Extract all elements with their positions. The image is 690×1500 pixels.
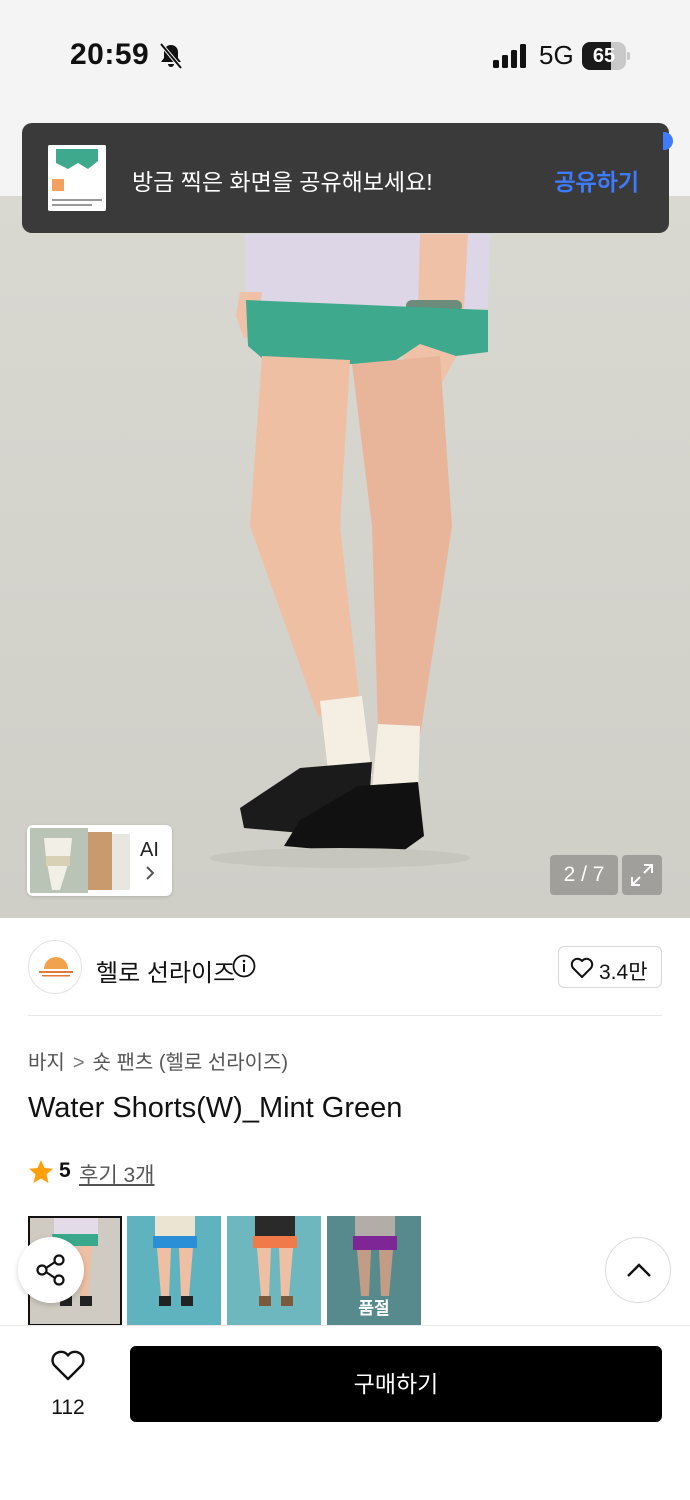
page-counter: 2 / 7	[550, 855, 618, 895]
review-link[interactable]: 후기 3개	[79, 1159, 154, 1189]
breadcrumb-subcategory[interactable]: 숏 팬츠 (헬로 선라이즈)	[93, 1052, 289, 1074]
color-swatch[interactable]	[127, 1216, 221, 1326]
brand-like-button[interactable]: 3.4만	[558, 946, 662, 988]
product-title: Water Shorts(W)_Mint Green	[28, 1092, 403, 1124]
soldout-label: 품절	[358, 1299, 390, 1318]
status-time: 20:59	[70, 38, 150, 71]
brand-like-count: 3.4만	[599, 961, 648, 984]
wishlist-count: 112	[51, 1396, 85, 1419]
ai-label: AI	[140, 839, 159, 861]
status-bar: 20:59 5G 65	[0, 0, 690, 110]
breadcrumb-category[interactable]: 바지	[28, 1052, 65, 1074]
expand-icon	[631, 864, 653, 886]
battery-text: 65	[592, 45, 616, 67]
battery-indicator: 65	[582, 42, 630, 70]
color-swatch[interactable]	[227, 1216, 321, 1326]
share-button[interactable]	[18, 1237, 84, 1303]
signal-icon	[493, 44, 526, 68]
chevron-right-icon	[146, 866, 155, 880]
rating-value: 5	[59, 1159, 71, 1182]
share-action-button[interactable]: 공유하기	[554, 163, 639, 197]
brand-name[interactable]: 헬로 선라이즈	[96, 953, 235, 988]
buy-button[interactable]: 구매하기	[130, 1346, 662, 1422]
product-photo	[0, 196, 690, 918]
bell-muted-icon	[159, 42, 183, 70]
wishlist-button[interactable]: 112	[28, 1346, 108, 1426]
info-icon[interactable]	[232, 954, 256, 978]
screenshot-thumbnail	[48, 145, 106, 211]
bottom-bar: 112 구매하기	[0, 1325, 690, 1500]
divider	[28, 1015, 662, 1016]
star-icon	[29, 1160, 53, 1183]
ai-recommend-card[interactable]: AI	[27, 825, 172, 896]
heart-outline-icon	[51, 1350, 85, 1381]
expand-button[interactable]	[622, 855, 662, 895]
color-swatch[interactable]: 품절	[327, 1216, 421, 1326]
heart-outline-icon	[570, 957, 594, 978]
ai-thumbnails	[30, 828, 130, 893]
toast-message: 방금 찍은 화면을 공유해보세요!	[132, 169, 433, 195]
brand-logo[interactable]	[28, 940, 82, 994]
breadcrumb: 바지 > 숏 팬츠 (헬로 선라이즈)	[28, 1046, 288, 1075]
chevron-up-icon	[627, 1263, 651, 1277]
breadcrumb-separator: >	[72, 1052, 85, 1074]
network-label: 5G	[539, 40, 574, 70]
scroll-top-button[interactable]	[605, 1237, 671, 1303]
share-icon	[36, 1254, 65, 1286]
share-toast: 방금 찍은 화면을 공유해보세요! 공유하기	[22, 123, 669, 233]
